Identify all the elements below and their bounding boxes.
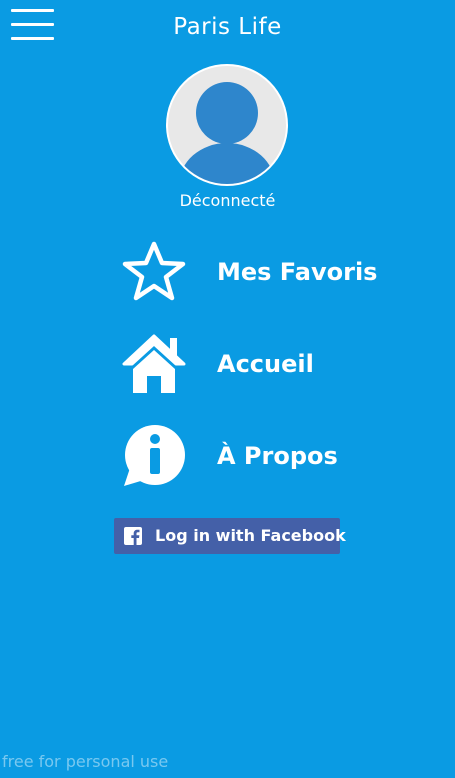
menu-item-home[interactable]: Accueil: [120, 330, 380, 398]
menu-item-about[interactable]: À Propos: [120, 422, 380, 490]
menu-item-label: À Propos: [217, 442, 338, 470]
menu-bar: [11, 9, 54, 12]
watermark-text: free for personal use: [2, 752, 169, 771]
info-bubble-icon: [124, 425, 185, 486]
user-avatar-icon: [166, 64, 288, 186]
facebook-login-button[interactable]: Log in with Facebook: [114, 518, 346, 554]
menu-item-label: Mes Favoris: [217, 258, 378, 286]
menu-item-favorites[interactable]: Mes Favoris: [120, 238, 380, 306]
facebook-icon: [124, 527, 142, 545]
app-title: Paris Life: [173, 14, 282, 40]
home-icon: [122, 334, 186, 393]
menu-item-label: Accueil: [217, 350, 314, 378]
login-status: Déconnecté: [179, 191, 276, 210]
star-icon: [122, 241, 186, 301]
facebook-login-label: Log in with Facebook: [155, 526, 346, 545]
